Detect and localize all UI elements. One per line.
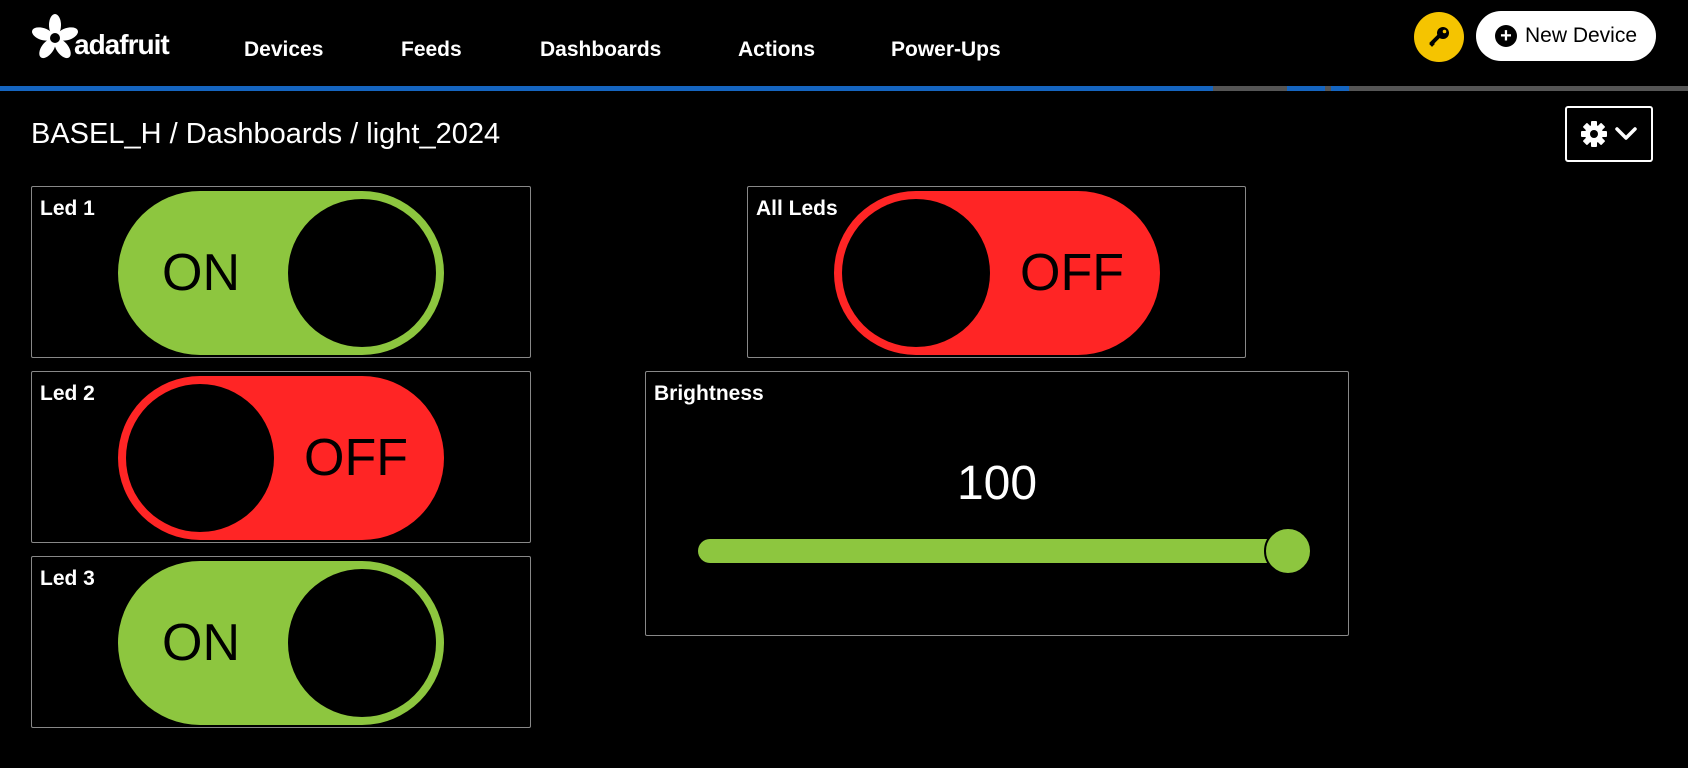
block-led-2: Led 2 OFF [31,371,531,543]
nav-dashboards[interactable]: Dashboards [540,38,661,62]
led-3-toggle[interactable]: ON [118,561,444,725]
key-icon [1429,27,1449,47]
led-2-toggle[interactable]: OFF [118,376,444,540]
slider-track[interactable] [698,539,1288,563]
slider-value: 100 [956,457,1038,510]
dashboard-settings-button[interactable] [1565,106,1653,162]
toggle-state-label: OFF [304,429,408,487]
toggle-state-label: ON [162,614,240,672]
slider-thumb[interactable] [1264,527,1312,575]
nav-actions[interactable]: Actions [738,38,815,62]
plus-circle-icon: + [1494,25,1517,47]
block-title: Led 1 [40,197,95,220]
toggle-state-label: ON [162,244,240,302]
new-device-label: New Device [1524,24,1638,47]
block-title: Led 3 [40,567,95,590]
block-title: Brightness [654,382,764,405]
chevron-down-icon [1615,127,1637,140]
all-leds-toggle[interactable]: OFF [834,191,1160,355]
breadcrumb: BASEL_H / Dashboards / light_2024 [31,118,501,150]
block-led-3: Led 3 ON [31,556,531,728]
block-brightness: Brightness 100 [645,371,1349,636]
block-all-leds: All Leds OFF [747,186,1246,358]
led-1-toggle[interactable]: ON [118,191,444,355]
block-title: All Leds [756,197,838,220]
toggle-knob [842,199,990,347]
toggle-knob [288,569,436,717]
loading-progress-bar [0,86,1688,91]
block-led-1: Led 1 ON [31,186,531,358]
flower-logo-icon [32,14,78,59]
block-title: Led 2 [40,382,95,405]
new-device-button[interactable]: + New Device [1476,11,1656,61]
toggle-state-label: OFF [1020,244,1124,302]
nav-feeds[interactable]: Feeds [401,38,462,62]
toggle-knob [288,199,436,347]
top-navbar: adafruit Devices Feeds Dashboards Action… [0,0,1688,86]
adafruit-logo[interactable]: adafruit [30,12,180,64]
key-button[interactable] [1414,12,1464,62]
gear-icon [1581,121,1607,147]
toggle-knob [126,384,274,532]
nav-power-ups[interactable]: Power-Ups [891,38,1001,62]
nav-devices[interactable]: Devices [244,38,323,62]
logo-text: adafruit [74,29,170,60]
